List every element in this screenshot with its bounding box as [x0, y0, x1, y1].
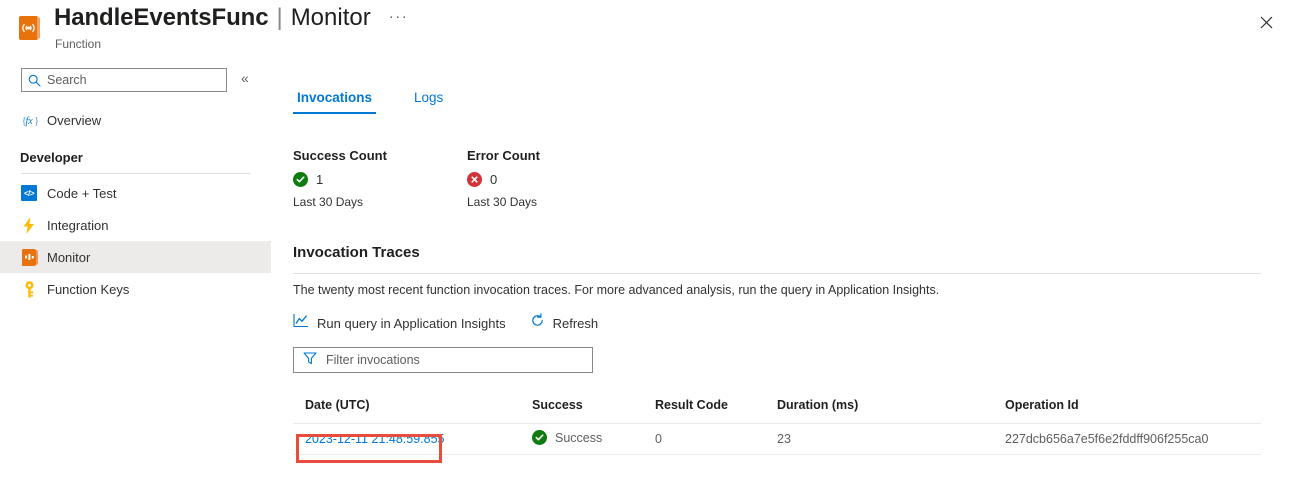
metric-value: 0	[490, 172, 497, 187]
search-icon	[28, 74, 41, 87]
refresh-icon	[530, 313, 545, 333]
command-label: Refresh	[553, 316, 599, 331]
section-divider	[293, 273, 1261, 274]
invocation-traces-table: Date (UTC) Success Result Code Duration …	[293, 395, 1261, 455]
line-chart-icon	[293, 313, 309, 333]
svg-text:}: }	[34, 115, 38, 127]
tab-bar: Invocations Logs	[293, 90, 447, 114]
filter-placeholder: Filter invocations	[326, 353, 420, 367]
invocation-result-code: 0	[655, 432, 662, 446]
code-icon: </>	[20, 184, 38, 202]
column-header-duration[interactable]: Duration (ms)	[777, 398, 858, 412]
sidebar-item-code-and-test[interactable]: </> Code + Test	[0, 177, 271, 209]
lightning-icon	[20, 216, 38, 234]
resource-type-label: Function	[55, 37, 101, 51]
command-bar: Run query in Application Insights Refres…	[293, 313, 598, 333]
check-circle-icon	[532, 430, 547, 445]
search-container: Search	[21, 68, 227, 92]
check-circle-icon	[293, 172, 308, 187]
metric-error-count: Error Count 0 Last 30 Days	[467, 148, 540, 209]
invocation-success-text: Success	[555, 431, 602, 445]
search-input[interactable]: Search	[21, 68, 227, 92]
sidebar: Search « { fx } Overview Developer </> C…	[0, 60, 271, 501]
metric-value: 1	[316, 172, 323, 187]
close-button[interactable]	[1252, 8, 1280, 36]
sidebar-item-function-keys[interactable]: Function Keys	[0, 273, 271, 305]
command-label: Run query in Application Insights	[317, 316, 506, 331]
metric-period: Last 30 Days	[467, 195, 540, 209]
title-separator: |	[276, 4, 282, 32]
sidebar-item-label: Monitor	[47, 250, 90, 265]
column-header-date[interactable]: Date (UTC)	[305, 398, 370, 412]
azure-portal-blade: HandleEventsFunc | Monitor ··· Function …	[0, 0, 1292, 501]
invocation-date-link[interactable]: 2023-12-11 21:48:59.855	[305, 432, 444, 446]
sidebar-group-developer: Developer	[20, 150, 83, 165]
search-placeholder: Search	[47, 73, 87, 87]
metric-title: Error Count	[467, 148, 540, 163]
sidebar-item-label: Overview	[47, 113, 101, 128]
table-row[interactable]: 2023-12-11 21:48:59.855 Success 0 23 227…	[293, 423, 1261, 455]
metric-title: Success Count	[293, 148, 387, 163]
tab-logs[interactable]: Logs	[410, 90, 447, 114]
metric-success-count: Success Count 1 Last 30 Days	[293, 148, 387, 209]
sidebar-item-label: Code + Test	[47, 186, 117, 201]
close-icon	[1260, 16, 1273, 29]
svg-text:fx: fx	[25, 116, 33, 127]
more-options-ellipsis[interactable]: ···	[389, 8, 409, 25]
sidebar-item-overview[interactable]: { fx } Overview	[0, 104, 271, 136]
invocation-success-cell: Success	[532, 430, 602, 445]
sidebar-item-label: Integration	[47, 218, 108, 233]
invocation-operation-id: 227dcb656a7e5f6e2fddff906f255ca0	[1005, 432, 1208, 446]
fx-icon: { fx }	[20, 111, 38, 129]
tab-invocations[interactable]: Invocations	[293, 90, 376, 114]
key-icon	[20, 280, 38, 298]
filter-funnel-icon	[303, 351, 317, 370]
main-content: Invocations Logs Success Count 1 Last 30…	[271, 60, 1292, 501]
tab-label: Logs	[414, 90, 443, 105]
sidebar-item-monitor[interactable]: Monitor	[0, 241, 271, 273]
resource-name: HandleEventsFunc	[54, 4, 268, 32]
column-header-success[interactable]: Success	[532, 398, 583, 412]
invocation-duration: 23	[777, 432, 791, 446]
column-header-operation-id[interactable]: Operation Id	[1005, 398, 1079, 412]
error-circle-icon	[467, 172, 482, 187]
run-query-in-application-insights-button[interactable]: Run query in Application Insights	[293, 313, 506, 333]
blade-name: Monitor	[291, 4, 371, 32]
metric-period: Last 30 Days	[293, 195, 387, 209]
function-app-icon	[17, 14, 43, 42]
monitor-book-icon	[20, 248, 38, 266]
section-description: The twenty most recent function invocati…	[293, 283, 939, 297]
sidebar-group-divider	[21, 173, 250, 174]
blade-header: HandleEventsFunc | Monitor ··· Function	[0, 0, 1292, 60]
sidebar-item-label: Function Keys	[47, 282, 129, 297]
column-header-result-code[interactable]: Result Code	[655, 398, 728, 412]
refresh-button[interactable]: Refresh	[530, 313, 599, 333]
collapse-sidebar-button[interactable]: «	[241, 71, 249, 85]
section-title: Invocation Traces	[293, 244, 420, 261]
tab-label: Invocations	[297, 90, 372, 105]
page-title: HandleEventsFunc | Monitor ···	[54, 4, 408, 32]
filter-invocations-input[interactable]: Filter invocations	[293, 347, 593, 373]
table-header-row: Date (UTC) Success Result Code Duration …	[293, 395, 1261, 423]
sidebar-item-integration[interactable]: Integration	[0, 209, 271, 241]
